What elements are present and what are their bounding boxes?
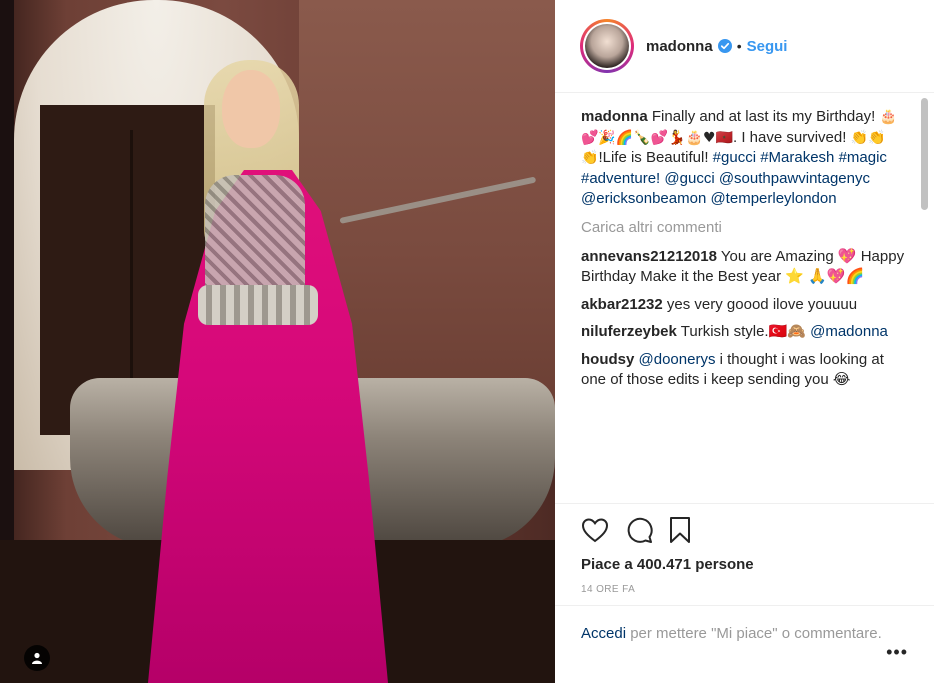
post-actions: Piace a 400.471 persone 14 ORE FA Accedi… — [555, 503, 934, 683]
comment-button[interactable] — [625, 513, 659, 547]
photo-belt — [198, 285, 318, 325]
follow-button[interactable]: Segui — [747, 38, 788, 55]
post-photo[interactable] — [0, 0, 555, 683]
comment-item: houdsy @doonerys i thought i was looking… — [581, 350, 906, 391]
comment-text: yes very goood ilove youuuu — [666, 295, 858, 313]
heart-icon — [581, 518, 609, 543]
action-icons — [581, 504, 908, 556]
post-sidebar: madonna • Segui madonna Finally and at l… — [555, 0, 934, 683]
comment-item: akbar21232 yes very goood ilove youuuu — [581, 295, 906, 316]
caption-username[interactable]: madonna — [581, 108, 648, 125]
comments-list[interactable]: madonna Finally and at last its my Birth… — [555, 93, 934, 503]
save-button[interactable] — [669, 513, 703, 547]
like-button[interactable] — [581, 513, 615, 547]
more-options-button[interactable]: ••• — [886, 642, 908, 663]
bookmark-icon — [670, 517, 690, 543]
comment-mention[interactable]: @madonna — [810, 323, 888, 340]
post-header: madonna • Segui — [555, 0, 934, 93]
comment-username[interactable]: niluferzeybek — [581, 323, 677, 340]
load-more-comments-button[interactable]: Carica altri commenti — [581, 218, 906, 238]
post-timestamp: 14 ORE FA — [581, 584, 636, 595]
header-username[interactable]: madonna — [646, 38, 713, 55]
photo-face — [222, 70, 280, 148]
caption-text-1: Finally and at last its my Birthday! — [651, 108, 880, 125]
caption-text-3: !Life is Beautiful! — [598, 149, 709, 166]
header-separator: • — [736, 38, 742, 54]
comment-icon — [627, 517, 653, 543]
avatar-image — [585, 24, 629, 68]
comment-username[interactable]: houdsy — [581, 351, 634, 368]
comments-scrollbar[interactable] — [921, 98, 928, 210]
user-tag-icon[interactable] — [24, 645, 50, 671]
verified-badge-icon — [717, 39, 732, 53]
comment-username[interactable]: annevans21212018 — [581, 248, 717, 265]
comment-text: Turkish style.🇹🇷🙈 — [680, 323, 806, 340]
caption-text-2: . I have survived! — [733, 128, 851, 146]
login-prompt: Accedi per mettere "Mi piace" o commenta… — [555, 605, 934, 662]
likes-count[interactable]: Piace a 400.471 persone — [581, 556, 908, 573]
comment-mention[interactable]: @doonerys — [639, 351, 716, 368]
avatar-border — [583, 22, 631, 70]
comment-username[interactable]: akbar21232 — [581, 296, 663, 313]
post-caption: madonna Finally and at last its my Birth… — [581, 107, 906, 210]
comment-item: annevans21212018 You are Amazing 💖 Happy… — [581, 247, 906, 288]
login-link[interactable]: Accedi — [581, 625, 626, 642]
avatar[interactable] — [580, 19, 634, 73]
comment-item: niluferzeybek Turkish style.🇹🇷🙈 @madonna — [581, 322, 906, 343]
login-prompt-text: per mettere "Mi piace" o commentare. — [630, 625, 882, 642]
